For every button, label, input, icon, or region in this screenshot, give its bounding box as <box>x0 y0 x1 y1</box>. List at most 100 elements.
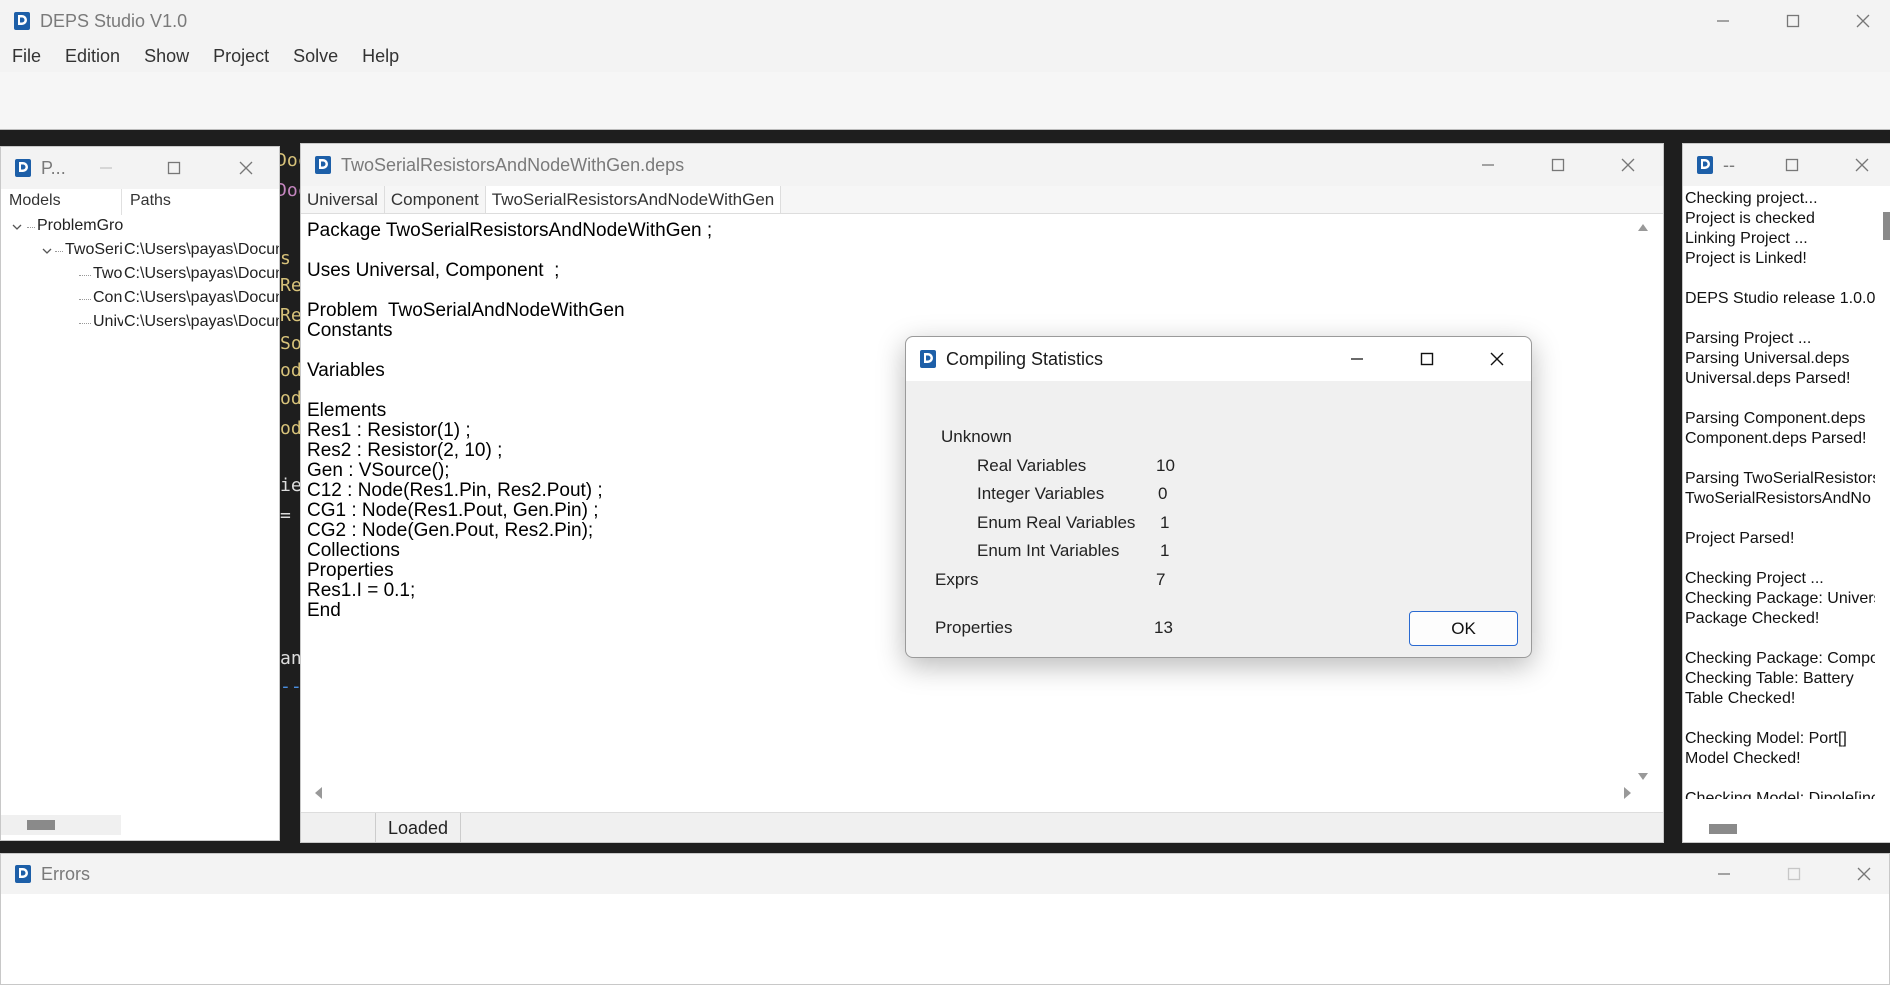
deps-logo-icon <box>15 865 31 883</box>
tree-row[interactable]: Two C:\Users\payas\Docum <box>1 263 279 287</box>
scroll-left-icon[interactable] <box>313 786 323 800</box>
scrollbar-thumb[interactable] <box>27 820 55 830</box>
minimize-button[interactable] <box>71 147 141 189</box>
editor-tabs: Universal Component TwoSerialResistorsAn… <box>301 186 1663 214</box>
tree-row[interactable]: TwoSeri C:\Users\payas\Docum <box>1 239 279 263</box>
tree-column-headers: Models Paths <box>1 189 279 215</box>
tree-label: Con <box>93 289 123 306</box>
log-output[interactable]: Checking project... Project is checked Lin… <box>1685 189 1875 799</box>
close-button[interactable] <box>1593 144 1663 186</box>
vertical-scrollbar[interactable] <box>1635 222 1651 782</box>
menu-solve[interactable]: Solve <box>281 44 350 72</box>
main-window: DEPS Studio V1.0 File Edition Show Proje… <box>0 0 1890 130</box>
log-line: Checking project... <box>1685 190 1818 207</box>
log-line: Parsing Universal.deps <box>1685 350 1850 367</box>
menu-project[interactable]: Project <box>201 44 281 72</box>
stat-value: 0 <box>1158 484 1168 503</box>
background-code-fragment: an <box>280 648 302 669</box>
maximize-button[interactable] <box>139 147 209 189</box>
ok-button[interactable]: OK <box>1409 611 1518 646</box>
toolbar-area <box>0 72 1890 129</box>
log-line: Universal.deps Parsed! <box>1685 370 1851 387</box>
exprs-value: 7 <box>1156 570 1166 589</box>
maximize-button[interactable] <box>1392 337 1462 381</box>
tree-label: ProblemGro <box>37 217 124 234</box>
tree-path: C:\Users\payas\Docum <box>124 289 280 306</box>
menu-help[interactable]: Help <box>350 44 411 72</box>
close-button[interactable] <box>1462 337 1531 381</box>
horizontal-scrollbar[interactable] <box>313 784 1633 802</box>
menu-file[interactable]: File <box>0 44 53 72</box>
chevron-down-icon[interactable] <box>41 245 53 257</box>
tab-component[interactable]: Component <box>385 186 486 213</box>
column-header-models[interactable]: Models <box>9 192 61 210</box>
close-button[interactable] <box>1827 144 1890 186</box>
errors-titlebar[interactable]: Errors <box>1 854 1889 894</box>
scroll-up-icon[interactable] <box>1637 222 1649 232</box>
log-line: Project is checked <box>1685 210 1815 227</box>
maximize-button[interactable] <box>1757 144 1827 186</box>
log-line: Checking Project ... <box>1685 570 1824 587</box>
log-line: Checking Table: Battery <box>1685 670 1854 687</box>
properties-label: Properties <box>935 618 1013 637</box>
log-line: Project Parsed! <box>1685 530 1795 547</box>
scroll-down-icon[interactable] <box>1637 772 1649 782</box>
unknown-label: Unknown <box>941 427 1012 446</box>
tree-label: Two <box>93 265 123 282</box>
background-code-fragment: Re <box>280 305 302 326</box>
background-code-fragment: ie <box>280 475 302 496</box>
background-code-fragment: -- <box>280 676 302 697</box>
log-line: Checking Package: Univers <box>1685 590 1875 607</box>
maximize-button[interactable] <box>1759 854 1829 894</box>
tree-row[interactable]: Con C:\Users\payas\Docum <box>1 287 279 311</box>
log-line: Package Checked! <box>1685 610 1820 627</box>
background-code-fragment: Re <box>280 275 302 296</box>
tree-row[interactable]: Univ C:\Users\payas\Docum <box>1 311 279 335</box>
minimize-button[interactable] <box>1322 337 1392 381</box>
log-line: DEPS Studio release 1.0.0 <box>1685 290 1875 307</box>
close-button[interactable] <box>1829 854 1889 894</box>
stat-label: Integer Variables <box>977 484 1105 503</box>
menu-show[interactable]: Show <box>132 44 201 72</box>
chevron-down-icon[interactable] <box>11 221 23 233</box>
close-button[interactable] <box>211 147 279 189</box>
vertical-scrollbar-thumb[interactable] <box>1883 212 1890 240</box>
tree-label: Univ <box>93 313 123 330</box>
log-line: Project is Linked! <box>1685 250 1807 267</box>
maximize-button[interactable] <box>1758 0 1828 42</box>
minimize-button[interactable] <box>1689 854 1759 894</box>
log-line: Checking Package: Compo <box>1685 650 1875 667</box>
stat-value: 1 <box>1160 513 1170 532</box>
maximize-button[interactable] <box>1523 144 1593 186</box>
main-titlebar[interactable]: DEPS Studio V1.0 <box>0 0 1890 42</box>
minimize-button[interactable] <box>1688 0 1758 42</box>
background-code-fragment: = <box>280 505 291 526</box>
log-line: Parsing TwoSerialResistors <box>1685 470 1875 487</box>
tree-path: C:\Users\payas\Docum <box>124 265 280 282</box>
column-header-paths[interactable]: Paths <box>121 189 179 215</box>
scroll-right-icon[interactable] <box>1623 786 1633 800</box>
close-button[interactable] <box>1828 0 1890 42</box>
code-line: Package TwoSerialResistorsAndNodeWithGen… <box>307 220 713 241</box>
minimize-button[interactable] <box>1453 144 1523 186</box>
stat-label: Enum Int Variables <box>977 541 1120 560</box>
horizontal-scrollbar-thumb[interactable] <box>1709 824 1737 834</box>
log-line: Component.deps Parsed! <box>1685 430 1867 447</box>
log-line: Parsing Project ... <box>1685 330 1812 347</box>
horizontal-scrollbar[interactable] <box>1 815 121 835</box>
tab-universal[interactable]: Universal <box>301 186 385 213</box>
log-line: Checking Model: Dipole[inc <box>1685 790 1875 799</box>
tab-two-serial-resistors[interactable]: TwoSerialResistorsAndNodeWithGen <box>485 186 782 213</box>
errors-window: Errors <box>0 853 1890 985</box>
errors-title: Errors <box>41 863 90 884</box>
stat-value: 10 <box>1156 456 1175 475</box>
tree-row[interactable]: ProblemGro <box>1 215 279 239</box>
code-line: Uses Universal, Component ; <box>307 260 560 281</box>
menu-edition[interactable]: Edition <box>53 44 132 72</box>
